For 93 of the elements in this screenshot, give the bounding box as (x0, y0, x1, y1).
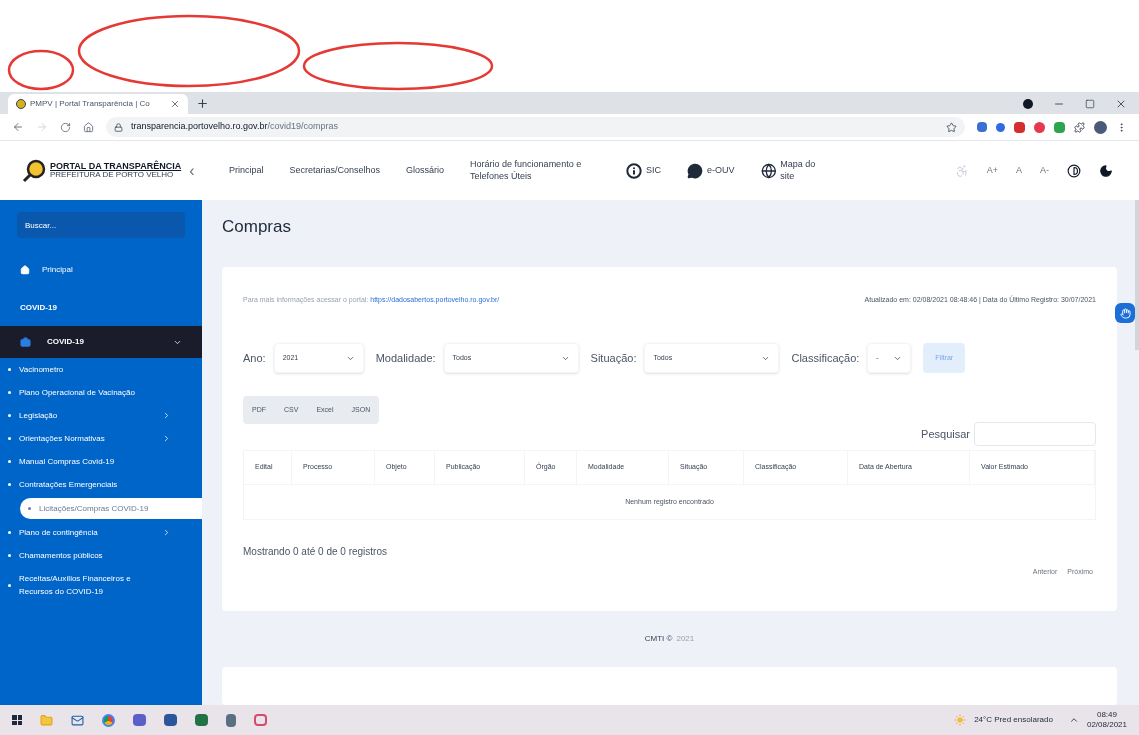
showing-text: Mostrando 0 até 0 de 0 registros (243, 545, 388, 559)
sidebar-item[interactable]: Vacinometro (0, 358, 202, 381)
sidebar-item[interactable]: Chamamentos públicos (0, 544, 202, 567)
maximize-icon[interactable] (1085, 99, 1095, 109)
sidebar-item[interactable]: Manual Compras Covid-19 (0, 450, 202, 473)
table-search-field[interactable] (974, 422, 1096, 446)
chevron-icon (162, 411, 171, 420)
nav-link[interactable]: SIC (626, 162, 662, 179)
bullet-icon (8, 368, 11, 371)
extensions-icon[interactable] (1074, 121, 1085, 133)
extension-icon[interactable] (1014, 121, 1025, 133)
url-path: /covid19/compras (267, 120, 338, 134)
section-label: COVID-19 (19, 302, 58, 314)
mail-icon[interactable] (71, 713, 84, 727)
clock[interactable]: 08:49 02/08/2021 (1086, 711, 1127, 729)
weather-text: 24°C Pred ensolarado (974, 714, 1053, 726)
bookmark-icon[interactable] (946, 121, 957, 133)
bullet-icon (8, 437, 11, 440)
word-icon[interactable] (164, 714, 177, 726)
globe-icon (760, 162, 777, 179)
sidebar-item[interactable]: Plano de contingência (0, 521, 202, 544)
collapse-button[interactable]: ‹ (189, 158, 195, 183)
snipping-icon[interactable] (254, 714, 267, 726)
sidebar-item[interactable]: Principal (0, 260, 202, 280)
close-icon[interactable] (1115, 98, 1127, 110)
hand-icon (1119, 307, 1131, 319)
browser-tab[interactable]: PMPV | Portal Transparência | Co (8, 94, 188, 114)
close-icon[interactable] (170, 99, 180, 109)
home-icon (20, 265, 30, 275)
sidebar-group[interactable]: COVID-19 (0, 326, 202, 358)
sidebar-item[interactable]: Receitas/Auxílios Financeiros e Recursos do COVID-19 (0, 567, 202, 603)
weather-icon (954, 714, 967, 726)
tab-title: PMPV | Portal Transparência | Co (30, 98, 150, 110)
sidebar-item[interactable]: Contratações Emergenciais (0, 473, 202, 496)
info-icon (626, 162, 643, 179)
search-label: Pesquisar (921, 426, 970, 442)
extension-icon[interactable] (1034, 121, 1045, 133)
bullet-icon (8, 414, 11, 417)
filter-label: Ano: (243, 350, 266, 366)
dark-mode-icon[interactable] (1099, 163, 1113, 178)
bullet-icon (8, 583, 11, 587)
filter-label: Classificação: (791, 350, 860, 366)
excel-icon[interactable] (195, 714, 208, 726)
extension-icon[interactable] (1054, 121, 1065, 133)
bullet-icon (8, 554, 11, 557)
sidebar-item[interactable]: Legislação (0, 404, 202, 427)
bullet-icon (28, 507, 31, 510)
avatar[interactable] (1094, 120, 1107, 134)
calculator-icon[interactable] (226, 713, 236, 727)
font-size-button[interactable]: A- (1040, 163, 1049, 178)
chat-icon (687, 162, 704, 179)
accessibility-widget[interactable] (1115, 303, 1135, 323)
footer-year: 2021 (676, 632, 695, 645)
filter-label: Modalidade: (375, 350, 436, 366)
new-tab-icon[interactable] (196, 97, 209, 110)
bullet-icon (8, 460, 11, 463)
address-field[interactable]: transparencia.portovelho.ro.gov.br/covid19/compras (106, 117, 965, 137)
sidebar-item[interactable]: Plano Operacional de Vacinação (0, 381, 202, 404)
nav-link[interactable]: Horário de funcionamento e Telefones Úteis (470, 159, 601, 182)
chevron-icon (162, 434, 171, 443)
sidebar-item[interactable]: Licitações/Compras COVID-19 (20, 498, 202, 519)
font-size-button[interactable]: A (1016, 163, 1022, 178)
logo-title: PORTAL DA TRANSPARÊNCIA (50, 162, 182, 171)
bullet-icon (8, 391, 11, 394)
tray-icon[interactable] (1068, 715, 1079, 725)
favicon (16, 99, 26, 109)
back-icon[interactable] (12, 121, 24, 133)
font-size-button[interactable]: A+ (986, 163, 998, 178)
search-field[interactable]: Buscar... (17, 212, 185, 238)
teams-icon[interactable] (133, 714, 146, 726)
lock-icon (114, 122, 123, 132)
bullet-icon (8, 531, 11, 534)
page-title: Compras (222, 216, 292, 238)
start-icon[interactable] (12, 715, 22, 725)
home-icon[interactable] (83, 121, 94, 133)
filter-label: Situação: (590, 350, 637, 366)
contrast-icon[interactable] (1067, 163, 1081, 178)
nav-link[interactable]: Glossário (406, 164, 445, 177)
logo-subtitle: PREFEITURA DE PORTO VELHO (50, 171, 175, 179)
magnifier-logo-icon (22, 158, 46, 183)
url-host: transparencia.portovelho.ro.gov.br (131, 120, 268, 134)
reload-icon[interactable] (60, 121, 71, 133)
chevron-icon (162, 528, 171, 537)
browser-icon[interactable] (102, 713, 115, 727)
nav-link[interactable]: e-OUV (687, 162, 735, 179)
annotation-circle (7, 49, 75, 91)
footer-text: CMTI © (644, 632, 673, 645)
nav-link[interactable]: Secretarias/Conselhos (289, 164, 381, 177)
nav-link[interactable]: Mapa do site (760, 159, 831, 182)
sidebar-item[interactable]: Orientações Normativas (0, 427, 202, 450)
bullet-icon (8, 483, 11, 486)
nav-link[interactable]: Principal (229, 164, 264, 177)
briefcase-icon (20, 336, 31, 348)
